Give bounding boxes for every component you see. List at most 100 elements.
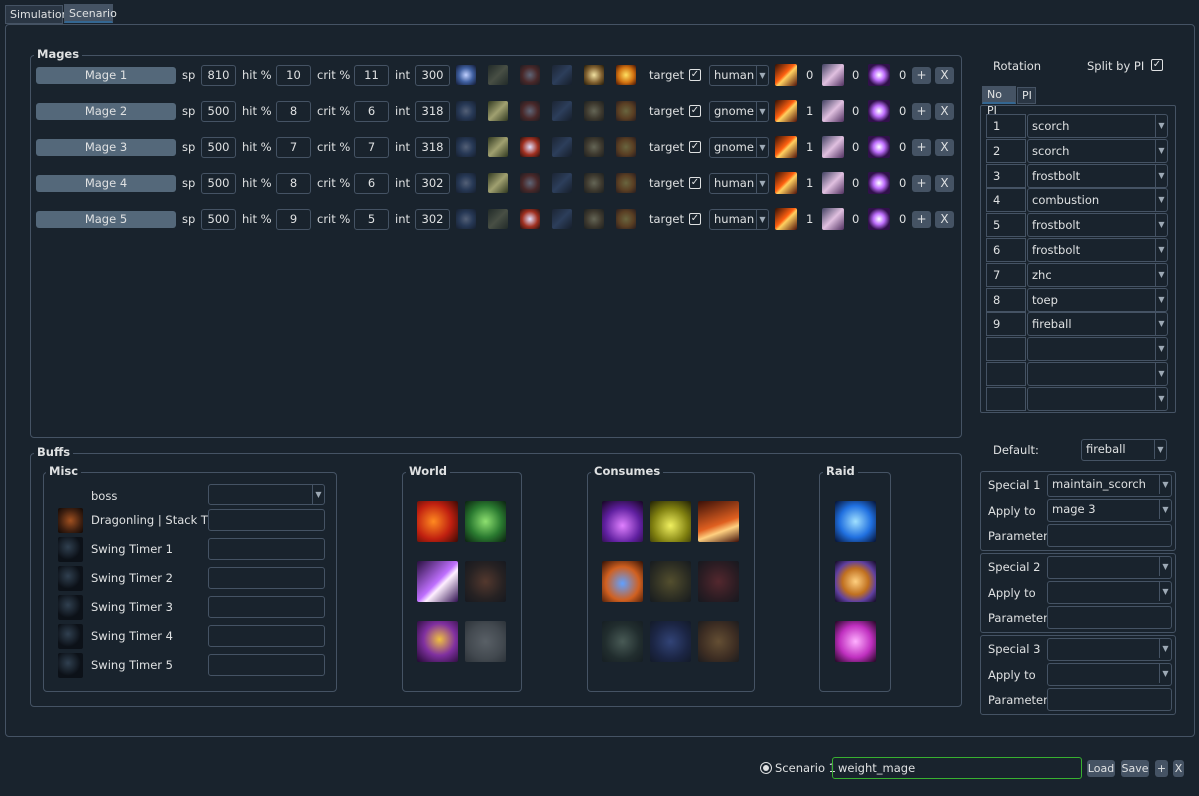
crit-input[interactable]: 7: [354, 137, 389, 158]
race-select[interactable]: human ▼: [709, 209, 769, 230]
misc-row-input[interactable]: [208, 509, 325, 531]
remove-mage-button[interactable]: X: [935, 175, 954, 192]
sunburst-icon[interactable]: [465, 561, 506, 602]
mage-name-button[interactable]: Mage 1: [36, 67, 176, 84]
race-select[interactable]: human ▼: [709, 173, 769, 194]
moon-icon[interactable]: [58, 595, 83, 620]
split-by-pi-checkbox[interactable]: ✓: [1151, 59, 1163, 71]
purple-flask-icon[interactable]: [602, 501, 643, 542]
silver-coin-icon[interactable]: [465, 621, 506, 662]
parameter-input[interactable]: [1047, 524, 1172, 547]
special-select[interactable]: ▼: [1047, 556, 1172, 579]
moon-icon[interactable]: [58, 566, 83, 591]
int-input[interactable]: 318: [415, 137, 450, 158]
crit-input[interactable]: 6: [354, 173, 389, 194]
target-checkbox[interactable]: ✓: [689, 213, 701, 225]
mage-name-button[interactable]: Mage 2: [36, 103, 176, 120]
misc-row-input[interactable]: [208, 625, 325, 647]
blue-orange-potion-icon[interactable]: [602, 561, 643, 602]
fire-dart-icon[interactable]: [775, 208, 797, 230]
golden-face-icon[interactable]: [616, 209, 636, 229]
sp-input[interactable]: 500: [201, 173, 236, 194]
mage-name-button[interactable]: Mage 3: [36, 139, 176, 156]
rotation-spell-select[interactable]: ▼: [1027, 337, 1168, 362]
rotation-spell-select[interactable]: fireball ▼: [1027, 312, 1168, 337]
shatter-icon[interactable]: [822, 100, 844, 122]
skull-icon[interactable]: [602, 621, 643, 662]
hit-input[interactable]: 10: [276, 65, 311, 86]
trinket-orb-icon[interactable]: [456, 209, 476, 229]
target-checkbox[interactable]: ✓: [689, 177, 701, 189]
remove-mage-button[interactable]: X: [935, 67, 954, 84]
fire-dart-icon[interactable]: [775, 172, 797, 194]
special-select[interactable]: ▼: [1047, 638, 1172, 661]
rotation-spell-select[interactable]: frostbolt ▼: [1027, 163, 1168, 188]
target-checkbox[interactable]: ✓: [689, 69, 701, 81]
sp-input[interactable]: 810: [201, 65, 236, 86]
shatter-icon[interactable]: [822, 64, 844, 86]
parameter-input[interactable]: [1047, 606, 1172, 629]
red-potion-icon[interactable]: [698, 501, 739, 542]
mage-name-button[interactable]: Mage 5: [36, 211, 176, 228]
boss-select[interactable]: ▼: [208, 484, 325, 505]
hit-input[interactable]: 7: [276, 137, 311, 158]
fire-dart-icon[interactable]: [775, 100, 797, 122]
int-input[interactable]: 302: [415, 173, 450, 194]
gold-flask-icon[interactable]: [650, 561, 691, 602]
golden-face-icon[interactable]: [616, 137, 636, 157]
tab-simulation[interactable]: Simulation: [5, 5, 69, 24]
arcane-burst-icon[interactable]: [868, 64, 890, 86]
dragonslayer-icon[interactable]: [417, 501, 458, 542]
sp-input[interactable]: 500: [201, 101, 236, 122]
sp-input[interactable]: 500: [201, 209, 236, 230]
moon-icon[interactable]: [58, 624, 83, 649]
special-select[interactable]: maintain_scorch ▼: [1047, 474, 1172, 497]
scroll-icon[interactable]: [488, 173, 508, 193]
fire-dart-icon[interactable]: [775, 136, 797, 158]
apply-to-select[interactable]: mage 3 ▼: [1047, 499, 1172, 522]
blue-gem-icon[interactable]: [552, 173, 572, 193]
remove-mage-button[interactable]: X: [935, 211, 954, 228]
spinning-top-icon[interactable]: [520, 65, 540, 85]
paw-icon[interactable]: [835, 621, 876, 662]
spinning-top-icon[interactable]: [520, 137, 540, 157]
mage-name-button[interactable]: Mage 4: [36, 175, 176, 192]
dragon-claw-icon[interactable]: [417, 621, 458, 662]
arcane-burst-icon[interactable]: [868, 208, 890, 230]
armor-icon[interactable]: [584, 209, 604, 229]
tab-scenario[interactable]: Scenario: [64, 4, 117, 23]
rotation-spell-select[interactable]: ▼: [1027, 386, 1168, 411]
scenario-name-input[interactable]: weight_mage: [832, 757, 1082, 779]
save-button[interactable]: Save: [1121, 760, 1149, 777]
arcane-burst-icon[interactable]: [868, 100, 890, 122]
remove-mage-button[interactable]: X: [935, 103, 954, 120]
arcane-intellect-icon[interactable]: [835, 501, 876, 542]
golden-face-icon[interactable]: [616, 101, 636, 121]
scroll-icon[interactable]: [488, 137, 508, 157]
golden-face-icon[interactable]: [616, 173, 636, 193]
shatter-icon[interactable]: [822, 172, 844, 194]
scroll-icon[interactable]: [488, 209, 508, 229]
hit-input[interactable]: 8: [276, 101, 311, 122]
spinning-top-icon[interactable]: [520, 173, 540, 193]
add-mage-button[interactable]: +: [912, 139, 931, 156]
yellow-flask-icon[interactable]: [650, 501, 691, 542]
parameter-input[interactable]: [1047, 688, 1172, 711]
tab-pi[interactable]: PI: [1017, 87, 1036, 104]
scroll-icon[interactable]: [488, 101, 508, 121]
arcane-burst-icon[interactable]: [868, 136, 890, 158]
default-select[interactable]: fireball ▼: [1081, 439, 1167, 461]
spinning-top-icon[interactable]: [520, 209, 540, 229]
armor-icon[interactable]: [584, 173, 604, 193]
trinket-orb-icon[interactable]: [456, 173, 476, 193]
race-select[interactable]: human ▼: [709, 65, 769, 86]
rotation-spell-select[interactable]: ▼: [1027, 362, 1168, 386]
golden-face-icon[interactable]: [616, 65, 636, 85]
scenario-radio[interactable]: [760, 762, 772, 774]
crit-input[interactable]: 11: [354, 65, 389, 86]
target-checkbox[interactable]: ✓: [689, 141, 701, 153]
blue-rune-icon[interactable]: [650, 621, 691, 662]
rotation-spell-select[interactable]: combustion ▼: [1027, 188, 1168, 213]
blessing-helm-icon[interactable]: [835, 561, 876, 602]
food-bowl-icon[interactable]: [698, 621, 739, 662]
